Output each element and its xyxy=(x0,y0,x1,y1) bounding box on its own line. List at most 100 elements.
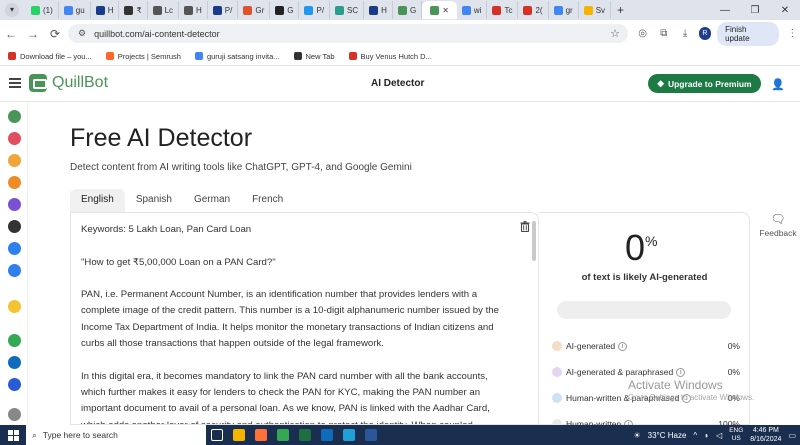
feedback-button[interactable]: 🗨 Feedback xyxy=(756,212,800,238)
browser-tab[interactable]: gu xyxy=(59,1,91,19)
excel-app-icon[interactable] xyxy=(294,425,316,445)
finish-update-button[interactable]: Finish update xyxy=(717,21,779,46)
bookmark-item[interactable]: Download file – you... xyxy=(8,52,92,61)
premium-icon[interactable] xyxy=(8,300,21,313)
files-app-icon[interactable] xyxy=(228,425,250,445)
profile-avatar[interactable]: R xyxy=(698,27,712,40)
user-account-icon[interactable]: 👤 xyxy=(771,78,785,91)
tab-favicon-icon xyxy=(369,5,379,15)
browser-tab[interactable]: 2( xyxy=(518,1,549,19)
browser-tab[interactable]: Lc xyxy=(148,1,180,19)
new-tab-icon[interactable]: + xyxy=(617,3,624,17)
taskbar-search[interactable]: ⌕ Type here to search xyxy=(26,425,206,445)
logo-text: QuillBot xyxy=(52,74,109,91)
tab-favicon-icon xyxy=(212,5,222,15)
summarizer-icon[interactable] xyxy=(8,198,21,211)
system-tray: ☀ 33°C Haze ^ ◗ ◁ ENG US 4:46 PM 8/16/20… xyxy=(633,425,796,445)
browser-tab[interactable]: wi xyxy=(457,1,488,19)
tab-favicon-icon xyxy=(397,5,407,15)
browser-tab[interactable]: P/ xyxy=(299,1,331,19)
close-tab-icon[interactable]: ✕ xyxy=(442,6,449,15)
outlook-app-icon[interactable] xyxy=(316,425,338,445)
language-tab-english[interactable]: English xyxy=(70,189,125,213)
editor-scrollbar[interactable] xyxy=(532,221,536,261)
browser-tab[interactable]: G xyxy=(270,1,300,19)
browser-tab[interactable]: SC xyxy=(330,1,365,19)
info-icon[interactable]: i xyxy=(676,367,686,377)
forward-icon[interactable]: → xyxy=(22,27,44,41)
notifications-icon[interactable]: ▭ xyxy=(788,431,796,440)
browser-tab-active[interactable]: ✕ xyxy=(422,1,457,19)
citation-generator-icon[interactable] xyxy=(8,242,21,255)
tab-favicon-icon xyxy=(335,5,345,15)
paraphraser-icon[interactable] xyxy=(8,110,21,123)
taskbar-clock[interactable]: 4:46 PM 8/16/2024 xyxy=(750,426,781,444)
browser-tab[interactable]: Sv xyxy=(579,1,612,19)
tools-sidebar xyxy=(0,102,28,425)
address-bar[interactable]: ⚙ quillbot.com/ai-content-detector ☆ xyxy=(68,24,628,43)
task-view-app-icon[interactable] xyxy=(206,425,228,445)
upgrade-button[interactable]: ◆ Upgrade to Premium xyxy=(648,74,761,93)
firefox-app-icon[interactable] xyxy=(250,425,272,445)
maximize-icon[interactable]: ❐ xyxy=(740,5,770,16)
tab-favicon-icon xyxy=(275,5,285,15)
chrome-glyph xyxy=(277,429,289,441)
info-icon[interactable]: i xyxy=(618,341,628,351)
menu-icon[interactable] xyxy=(9,78,21,88)
back-icon[interactable]: ← xyxy=(0,27,22,41)
grammar-checker-icon[interactable] xyxy=(8,132,21,145)
word-addin-icon[interactable] xyxy=(8,356,21,369)
tab-label: (1) xyxy=(43,5,53,15)
trash-icon[interactable] xyxy=(520,221,530,232)
quillbot-flow-icon[interactable] xyxy=(8,264,21,277)
volume-icon[interactable]: ◁ xyxy=(716,431,722,440)
browser-tab[interactable]: ₹ xyxy=(119,1,148,19)
browser-tab[interactable]: (1) xyxy=(26,1,59,19)
quillbot-logo[interactable]: QuillBot xyxy=(29,74,108,92)
bookmark-item[interactable]: Projects | Semrush xyxy=(105,52,181,61)
mac-app-icon[interactable] xyxy=(8,378,21,391)
browser-tab[interactable]: gr xyxy=(549,1,579,19)
site-info-icon[interactable]: ⚙ xyxy=(78,28,86,39)
language-tab-french[interactable]: French xyxy=(241,189,294,213)
chrome-extension-icon[interactable] xyxy=(8,334,21,347)
help-icon[interactable] xyxy=(8,408,21,421)
plagiarism-checker-icon[interactable] xyxy=(8,176,21,189)
minimize-icon[interactable]: — xyxy=(710,5,740,16)
text-input-area[interactable]: Keywords: 5 Lakh Loan, Pan Card Loan "How… xyxy=(81,222,511,424)
close-window-icon[interactable]: ✕ xyxy=(770,5,800,16)
bookmark-item[interactable]: guruji satsang invita... xyxy=(194,52,280,61)
browser-tab[interactable]: G xyxy=(393,1,423,19)
language-tabs: English Spanish German French xyxy=(70,189,294,213)
chrome-app-icon[interactable] xyxy=(272,425,294,445)
bookmark-item[interactable]: Buy Venus Hutch D... xyxy=(348,52,432,61)
bookmark-star-icon[interactable]: ☆ xyxy=(610,27,620,40)
language-tab-german[interactable]: German xyxy=(183,189,241,213)
browser-tab[interactable]: H xyxy=(179,1,208,19)
browser-menu-icon[interactable]: ⋮ xyxy=(785,28,800,39)
language-indicator[interactable]: ENG US xyxy=(729,427,743,443)
browser-tab[interactable]: P/ xyxy=(208,1,239,19)
bookmark-item[interactable]: New Tab xyxy=(293,52,335,61)
browser-tab[interactable]: Gr xyxy=(238,1,271,19)
extensions-puzzle-icon[interactable]: ⧉ xyxy=(656,28,671,39)
tab-search-icon[interactable]: ▾ xyxy=(5,3,19,17)
tray-chevron-icon[interactable]: ^ xyxy=(693,431,697,440)
word-app-icon[interactable] xyxy=(360,425,382,445)
category-dot-icon xyxy=(552,341,562,351)
ai-score-bar xyxy=(557,301,731,319)
extension-icon[interactable]: ◎ xyxy=(635,28,650,39)
browser-tab[interactable]: H xyxy=(364,1,393,19)
browser-tab[interactable]: Tc xyxy=(487,1,519,19)
ai-detector-icon[interactable] xyxy=(8,154,21,167)
network-icon[interactable]: ◗ xyxy=(704,431,709,440)
language-tab-spanish[interactable]: Spanish xyxy=(125,189,183,213)
reload-icon[interactable]: ⟳ xyxy=(44,27,66,41)
windows-start-icon[interactable] xyxy=(0,425,26,445)
tab-label: wi xyxy=(473,5,482,15)
download-icon[interactable]: ⤓ xyxy=(677,28,692,39)
clock-time: 4:46 PM xyxy=(752,427,779,434)
browser-tab[interactable]: H xyxy=(91,1,120,19)
translator-icon[interactable] xyxy=(8,220,21,233)
edge-app-icon[interactable] xyxy=(338,425,360,445)
